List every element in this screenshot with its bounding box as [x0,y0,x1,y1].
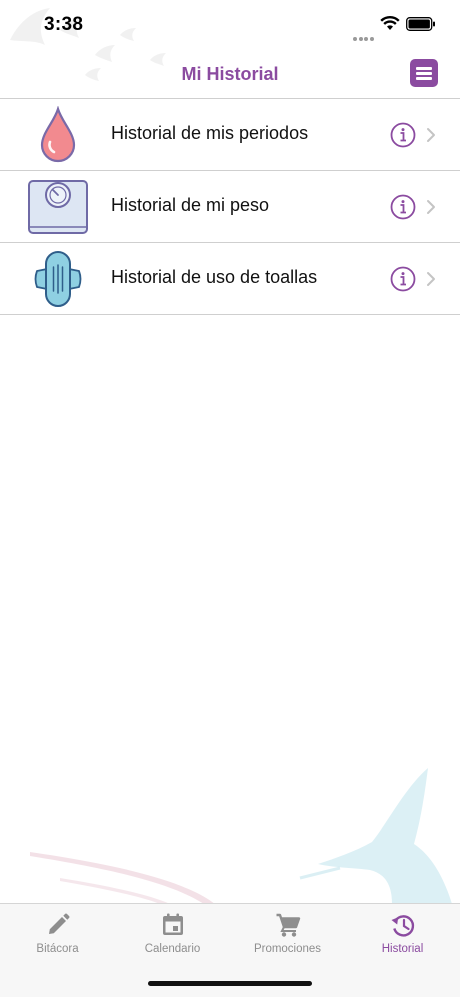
list-item-weight[interactable]: Historial de mi peso [0,171,460,243]
status-bar: 3:38 [0,0,460,81]
sanitary-pad-icon [34,251,82,307]
battery-icon [406,17,435,31]
hamburger-line [416,72,432,75]
info-icon[interactable] [390,266,416,292]
tab-label: Historial [381,943,424,955]
chevron-right-icon [427,200,435,214]
tab-bitacora[interactable]: Bitácora [0,912,115,955]
hamburger-menu-icon [416,67,432,70]
tab-label: Promociones [253,943,322,955]
pencil-icon [48,913,69,934]
list-item-pads[interactable]: Historial de uso de toallas [0,243,460,315]
history-icon [391,915,414,937]
menu-button[interactable] [410,59,438,87]
history-list: Historial de mis periodos Historial de m… [0,99,460,315]
chevron-right-icon [427,272,435,286]
status-time: 3:38 [44,14,84,35]
row-label: Historial de mi peso [111,195,270,215]
cart-icon [276,913,300,937]
tab-label: Bitácora [36,943,79,955]
row-label: Historial de mis periodos [111,123,309,143]
blood-drop-icon [40,106,76,163]
hamburger-line [416,77,432,80]
tab-historial[interactable]: Historial [345,912,460,955]
tab-calendario[interactable]: Calendario [115,912,230,955]
tab-promociones[interactable]: Promociones [230,912,345,955]
page-title: Mi Historial [181,64,279,84]
navigation-bar: Mi Historial [0,50,460,99]
home-indicator[interactable] [148,981,312,986]
signal-dots-icon [353,28,375,46]
list-item-periods[interactable]: Historial de mis periodos [0,99,460,171]
weight-scale-icon [28,180,88,234]
info-icon[interactable] [390,122,416,148]
row-label: Historial de uso de toallas [111,267,318,287]
chevron-right-icon [427,128,435,142]
info-icon[interactable] [390,194,416,220]
wifi-icon [380,16,400,30]
tab-label: Calendario [144,943,201,955]
hummingbird-watermark-icon [30,768,452,904]
calendar-icon [162,913,183,935]
